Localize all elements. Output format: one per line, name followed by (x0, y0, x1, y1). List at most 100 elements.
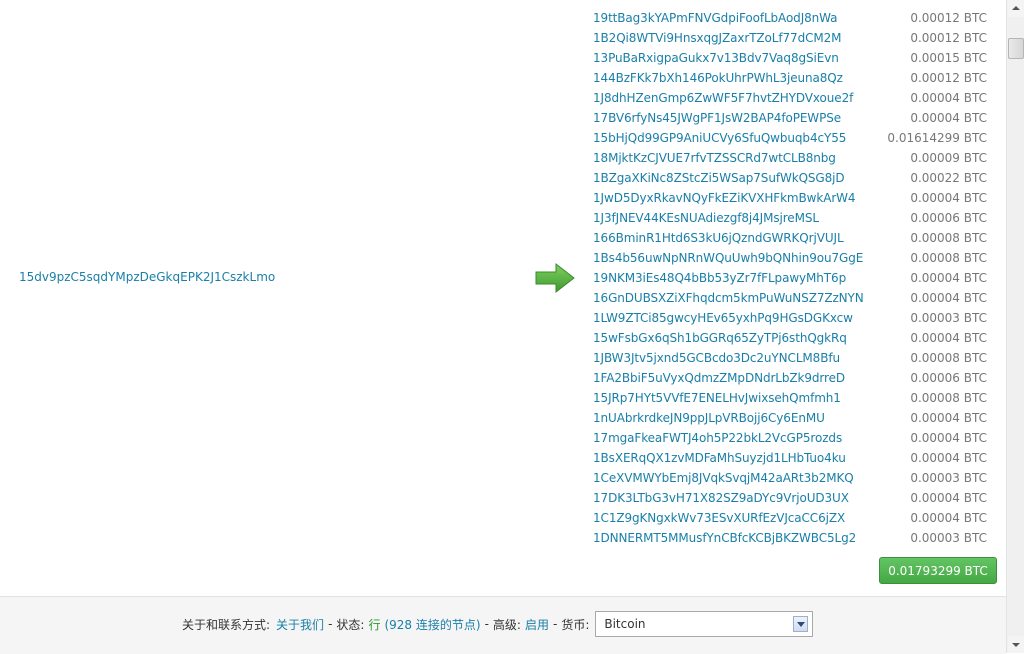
currency-selected-value: Bitcoin (604, 617, 646, 631)
output-row: 16GnDUBSXZiXFhqdcm5kmPuWuNSZ7ZzNYN 0.0000… (593, 288, 993, 308)
footer-bar: 关于和联系方式: 关于我们 - 状态: 行 (928 连接的节点) - 高级: … (182, 609, 814, 639)
output-address-link[interactable]: 1DNNERMT5MMusfYnCBfcKCBjBKZWBC5Lg2 (593, 528, 856, 548)
output-row: 1BZgaXKiNc8ZStcZi5WSap7SufWkQSG8jD 0.0002… (593, 168, 993, 188)
output-amount: 0.00004 BTC (910, 451, 987, 465)
output-row: 1B2Qi8WTVi9HnsxqgJZaxrTZoLf77dCM2M 0.0001… (593, 28, 993, 48)
output-amount: 0.00004 BTC (910, 491, 987, 505)
output-amount: 0.00004 BTC (910, 191, 987, 205)
output-amount: 0.00004 BTC (910, 511, 987, 525)
output-amount: 0.00004 BTC (910, 431, 987, 445)
output-address-link[interactable]: 15JRp7HYt5VVfE7ENELHvJwixsehQmfmh1 (593, 388, 841, 408)
output-address-link[interactable]: 1LW9ZTCi85gwcyHEv65yxhPq9HGsDGKxcw (593, 308, 853, 328)
output-address-link[interactable]: 17mgaFkeaFWTJ4oh5P22bkL2VcGP5rozds (593, 428, 842, 448)
output-address-link[interactable]: 166BminR1Htd6S3kU6jQzndGWRKQrjVUJL (593, 228, 844, 248)
output-row: 1Bs4b56uwNpNRnWQuUwh9bQNhin9ou7GgE 0.0000… (593, 248, 993, 268)
output-address-link[interactable]: 1CeXVMWYbEmj8JVqkSvqjM42aARt3b2MKQ (593, 468, 854, 488)
output-address-link[interactable]: 17DK3LTbG3vH71X82SZ9aDYc9VrjoUD3UX (593, 488, 849, 508)
output-address-link[interactable]: 1JBW3Jtv5jxnd5GCBcdo3Dc2uYNCLM8Bfu (593, 348, 840, 368)
output-amount: 0.00004 BTC (910, 111, 987, 125)
output-address-link[interactable]: 15wFsbGx6qSh1bGGRq65ZyTPj6sthQgkRq (593, 328, 847, 348)
output-address-link[interactable]: 1B2Qi8WTVi9HnsxqgJZaxrTZoLf77dCM2M (593, 28, 842, 48)
output-amount: 0.01614299 BTC (887, 131, 987, 145)
output-row: 166BminR1Htd6S3kU6jQzndGWRKQrjVUJL 0.0000… (593, 228, 993, 248)
output-address-link[interactable]: 1BZgaXKiNc8ZStcZi5WSap7SufWkQSG8jD (593, 168, 845, 188)
output-amount: 0.00008 BTC (910, 391, 987, 405)
output-row: 18MjktKzCJVUE7rfvTZSSCRd7wtCLB8nbg 0.0000… (593, 148, 993, 168)
output-address-link[interactable]: 1nUAbrkrdkeJN9ppJLpVRBojj6Cy6EnMU (593, 408, 825, 428)
output-row: 19ttBag3kYAPmFNVGdpiFoofLbAodJ8nWa 0.0001… (593, 8, 993, 28)
output-amount: 0.00003 BTC (910, 311, 987, 325)
output-amount: 0.00012 BTC (910, 31, 987, 45)
output-row: 1JBW3Jtv5jxnd5GCBcdo3Dc2uYNCLM8Bfu 0.0000… (593, 348, 993, 368)
output-amount: 0.00004 BTC (910, 271, 987, 285)
output-row: 17BV6rfyNs45JWgPF1JsW2BAP4foPEWPSe 0.0000… (593, 108, 993, 128)
output-address-link[interactable]: 18MjktKzCJVUE7rfvTZSSCRd7wtCLB8nbg (593, 148, 836, 168)
output-amount: 0.00006 BTC (910, 371, 987, 385)
advanced-label: 高级: (492, 617, 521, 632)
output-amount: 0.00004 BTC (910, 331, 987, 345)
output-amount: 0.00003 BTC (910, 471, 987, 485)
currency-select[interactable]: Bitcoin (595, 611, 814, 637)
output-row: 1CeXVMWYbEmj8JVqkSvqjM42aARt3b2MKQ 0.0000… (593, 468, 993, 488)
output-address-link[interactable]: 1BsXERqQX1zvMDFaMhSuyzjd1LHbTuo4ku (593, 448, 846, 468)
output-address-link[interactable]: 19ttBag3kYAPmFNVGdpiFoofLbAodJ8nWa (593, 8, 838, 28)
about-us-link[interactable]: 关于我们 (276, 616, 324, 633)
separator: - (484, 617, 489, 631)
status-value: 行 (368, 617, 381, 632)
currency-label: 货币: (561, 617, 590, 632)
output-row: 19NKM3iEs48Q4bBb53yZr7fFLpawyMhT6p 0.0000… (593, 268, 993, 288)
output-address-link[interactable]: 16GnDUBSXZiXFhqdcm5kmPuWuNSZ7ZzNYN (593, 288, 864, 308)
connected-nodes-link[interactable]: (928 连接的节点) (384, 616, 480, 633)
output-address-link[interactable]: 144BzFKk7bXh146PokUhrPWhL3jeuna8Qz (593, 68, 843, 88)
output-row: 1FA2BbiF5uVyxQdmzZMpDNdrLbZk9drreD 0.0000… (593, 368, 993, 388)
footer: 关于和联系方式: 关于我们 - 状态: 行 (928 连接的节点) - 高级: … (0, 596, 1006, 654)
total-amount-button[interactable]: 0.01793299 BTC (879, 557, 997, 584)
output-list: 19ttBag3kYAPmFNVGdpiFoofLbAodJ8nWa 0.0001… (593, 8, 993, 548)
output-amount: 0.00004 BTC (910, 411, 987, 425)
output-address-link[interactable]: 1JwD5DyxRkavNQyFkEZiKVXHFkmBwkArW4 (593, 188, 856, 208)
scroll-down-arrow-icon[interactable] (1008, 636, 1024, 653)
scrollbar-thumb[interactable] (1008, 38, 1024, 59)
output-row: 1JwD5DyxRkavNQyFkEZiKVXHFkmBwkArW4 0.0000… (593, 188, 993, 208)
output-amount: 0.00009 BTC (910, 151, 987, 165)
output-amount: 0.00008 BTC (910, 351, 987, 365)
output-address-link[interactable]: 1Bs4b56uwNpNRnWQuUwh9bQNhin9ou7GgE (593, 248, 863, 268)
output-row: 17DK3LTbG3vH71X82SZ9aDYc9VrjoUD3UX 0.0000… (593, 488, 993, 508)
output-row: 15bHjQd99GP9AniUCVy6SfuQwbuqb4cY55 0.0161… (593, 128, 993, 148)
output-address-link[interactable]: 15bHjQd99GP9AniUCVy6SfuQwbuqb4cY55 (593, 128, 846, 148)
output-address-link[interactable]: 1J8dhHZenGmp6ZwWF5F7hvtZHYDVxoue2f (593, 88, 853, 108)
output-address-link[interactable]: 1C1Z9gKNgxkWv73ESvXURfEzVJcaCC6jZX (593, 508, 845, 528)
separator: - (552, 617, 558, 631)
output-amount: 0.00008 BTC (910, 251, 987, 265)
output-address-link[interactable]: 13PuBaRxigpaGukx7v13Bdv7Vaq8gSiEvn (593, 48, 839, 68)
transaction-panel: 15dv9pzC5sqdYMpzDeGkqEPK2J1CszkLmo 19ttB… (0, 0, 1006, 594)
output-amount: 0.00003 BTC (910, 531, 987, 545)
separator: - (328, 617, 333, 631)
about-label: 关于和联系方式: (182, 617, 271, 632)
output-amount: 0.00008 BTC (910, 231, 987, 245)
advanced-toggle-link[interactable]: 启用 (525, 616, 549, 633)
output-amount: 0.00012 BTC (910, 11, 987, 25)
output-address-link[interactable]: 1FA2BbiF5uVyxQdmzZMpDNdrLbZk9drreD (593, 368, 845, 388)
output-amount: 0.00015 BTC (910, 51, 987, 65)
output-address-link[interactable]: 17BV6rfyNs45JWgPF1JsW2BAP4foPEWPSe (593, 108, 841, 128)
output-address-link[interactable]: 19NKM3iEs48Q4bBb53yZr7fFLpawyMhT6p (593, 268, 846, 288)
output-address-link[interactable]: 1J3fJNEV44KEsNUAdiezgf8j4JMsjreMSL (593, 208, 819, 228)
vertical-scrollbar[interactable] (1006, 0, 1024, 653)
output-row: 17mgaFkeaFWTJ4oh5P22bkL2VcGP5rozds 0.0000… (593, 428, 993, 448)
output-row: 1J8dhHZenGmp6ZwWF5F7hvtZHYDVxoue2f 0.0000… (593, 88, 993, 108)
input-address-link[interactable]: 15dv9pzC5sqdYMpzDeGkqEPK2J1CszkLmo (19, 270, 275, 284)
output-row: 1C1Z9gKNgxkWv73ESvXURfEzVJcaCC6jZX 0.0000… (593, 508, 993, 528)
arrow-right-icon (535, 262, 575, 294)
output-amount: 0.00006 BTC (910, 211, 987, 225)
output-row: 13PuBaRxigpaGukx7v13Bdv7Vaq8gSiEvn 0.0001… (593, 48, 993, 68)
output-amount: 0.00012 BTC (910, 71, 987, 85)
output-amount: 0.00022 BTC (910, 171, 987, 185)
output-row: 144BzFKk7bXh146PokUhrPWhL3jeuna8Qz 0.0001… (593, 68, 993, 88)
output-row: 1BsXERqQX1zvMDFaMhSuyzjd1LHbTuo4ku 0.0000… (593, 448, 993, 468)
chevron-down-icon[interactable] (793, 616, 809, 632)
output-amount: 0.00004 BTC (910, 91, 987, 105)
output-row: 1nUAbrkrdkeJN9ppJLpVRBojj6Cy6EnMU 0.00004… (593, 408, 993, 428)
scroll-up-arrow-icon[interactable] (1008, 0, 1024, 17)
output-row: 15JRp7HYt5VVfE7ENELHvJwixsehQmfmh1 0.0000… (593, 388, 993, 408)
